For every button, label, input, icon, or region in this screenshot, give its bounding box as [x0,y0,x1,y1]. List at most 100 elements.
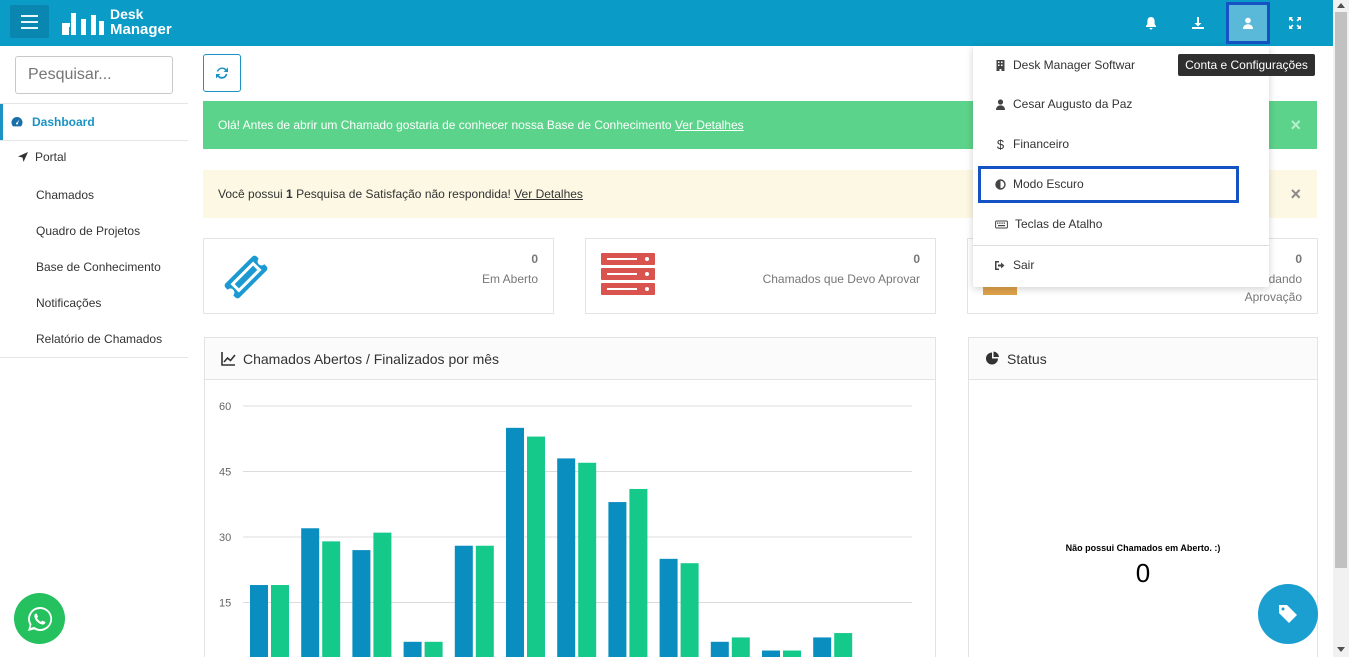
alert-text: Olá! Antes de abrir um Chamado gostaria … [218,118,675,132]
chart-bar-series-1[interactable] [403,641,422,657]
chart-bar-series-2[interactable] [680,563,699,657]
alert-details-link[interactable]: Ver Detalhes [514,187,583,201]
keyboard-icon [995,220,1008,228]
menu-item-financeiro[interactable]: $ Financeiro [995,134,1069,154]
account-settings-tooltip: Conta e Configurações [1178,54,1315,76]
whatsapp-icon [27,606,52,631]
chart-bar-series-2[interactable] [834,633,853,657]
logo-line-1: Desk [110,6,144,22]
menu-divider [973,245,1269,246]
chart-bar-series-1[interactable] [762,650,780,657]
stat-label-line: Aprovação [1244,290,1302,304]
stat-value: 0 [531,252,538,266]
chart-bar-series-2[interactable] [629,488,648,657]
chart-bar-series-2[interactable] [373,532,392,657]
chart-bar-series-2[interactable] [578,462,597,657]
sidebar-divider [0,357,188,358]
tag-fab-button[interactable] [1258,584,1318,644]
chart-bar-series-1[interactable] [813,637,832,657]
hamburger-line [21,21,38,23]
stat-card-open[interactable]: 0 Em Aberto [203,238,554,314]
refresh-icon [216,67,228,79]
fullscreen-button[interactable] [1273,0,1317,46]
y-tick-label: 30 [219,532,231,544]
chart-bar-series-1[interactable] [352,550,371,657]
menu-item-label: Cesar Augusto da Paz [1013,97,1133,111]
menu-item-label: Desk Manager Softwar [1013,58,1136,72]
chart-bar-series-2[interactable] [271,585,289,657]
desk-manager-logo-icon[interactable] [62,9,104,37]
stat-value: 0 [1295,252,1302,266]
alert-text: Pesquisa de Satisfação não respondida! [292,187,515,201]
menu-item-label: Financeiro [1013,137,1070,151]
sidebar-item-relatorio-de-chamados[interactable]: Relatório de Chamados [36,332,162,346]
chart-bar-series-2[interactable] [424,641,443,657]
alert-count: 1 [286,187,293,201]
download-icon [1192,17,1204,29]
whatsapp-button[interactable] [14,593,65,644]
tag-icon [1279,605,1297,623]
y-tick-label: 60 [219,401,231,413]
sidebar-divider [0,140,188,141]
alert-close-button[interactable]: × [1290,184,1301,205]
chart-bar-series-2[interactable] [527,436,545,657]
alert-close-button[interactable]: × [1290,115,1301,136]
ticket-icon [224,255,268,299]
chart-bar-series-2[interactable] [475,545,494,657]
top-navbar: Desk Manager [0,0,1333,46]
chart-bar-series-2[interactable] [322,541,341,657]
dollar-icon: $ [996,136,1005,152]
stat-label: Em Aberto [481,272,538,286]
panel-header: Status [969,338,1317,380]
notifications-button[interactable] [1129,0,1173,46]
menu-item-company[interactable]: Desk Manager Softwar [995,55,1135,75]
chart-bar-series-1[interactable] [301,528,320,657]
scrollbar-thumb[interactable] [1335,12,1347,568]
sidebar-item-notificacoes[interactable]: Notificações [36,296,101,310]
sidebar-item-base-de-conhecimento[interactable]: Base de Conhecimento [36,260,161,274]
chart-bar-series-1[interactable] [454,545,473,657]
search-input[interactable] [15,56,173,94]
chart-bar-series-1[interactable] [506,427,524,657]
pie-chart-icon [986,351,999,365]
sign-out-icon [995,260,1005,270]
logo-text[interactable]: Desk Manager [110,6,172,38]
menu-item-label: Teclas de Atalho [1015,217,1103,231]
menu-item-dark-mode[interactable]: Modo Escuro [995,174,1084,194]
bell-icon [1146,17,1156,30]
location-arrow-icon [18,152,28,162]
sidebar-item-dashboard[interactable]: Dashboard [0,104,188,140]
chart-bar-series-1[interactable] [710,641,729,657]
user-icon [1243,17,1253,29]
menu-item-profile[interactable]: Cesar Augusto da Paz [995,94,1132,114]
panel-title: Status [1007,350,1047,367]
scroll-up-arrow[interactable] [1337,3,1345,8]
stat-card-to-approve[interactable]: 0 Chamados que Devo Aprovar [585,238,936,314]
alert-details-link[interactable]: Ver Detalhes [675,118,744,132]
account-settings-button[interactable] [1226,2,1270,44]
hamburger-line [21,15,38,17]
dashboard-icon [11,117,23,127]
scroll-down-arrow[interactable] [1337,647,1345,652]
panel-header: Chamados Abertos / Finalizados por mês [205,338,935,380]
refresh-button[interactable] [203,54,241,92]
chart-bar-series-2[interactable] [731,637,750,657]
sidebar-item-quadro-de-projetos[interactable]: Quadro de Projetos [36,224,140,238]
menu-item-logout[interactable]: Sair [995,255,1034,275]
account-dropdown-menu: Desk Manager Softwar Cesar Augusto da Pa… [973,46,1269,287]
chart-bar-series-1[interactable] [659,558,678,657]
menu-toggle-button[interactable] [10,5,49,38]
menu-item-shortcuts[interactable]: Teclas de Atalho [995,214,1102,234]
sidebar-item-chamados[interactable]: Chamados [36,188,94,202]
download-button[interactable] [1176,0,1220,46]
status-empty-message: Não possui Chamados em Aberto. :) [1065,543,1221,553]
chart-bar-series-1[interactable] [557,458,576,657]
panel-title: Chamados Abertos / Finalizados por mês [243,350,500,367]
stat-label: Chamados que Devo Aprovar [762,272,920,286]
chart-bar-series-2[interactable] [783,650,801,657]
chart-bar-series-1[interactable] [608,502,627,657]
sidebar-item-portal[interactable]: Portal [18,150,66,164]
chart-bar-series-1[interactable] [250,585,268,657]
sidebar-item-label: Portal [35,150,67,164]
building-icon [996,59,1005,71]
